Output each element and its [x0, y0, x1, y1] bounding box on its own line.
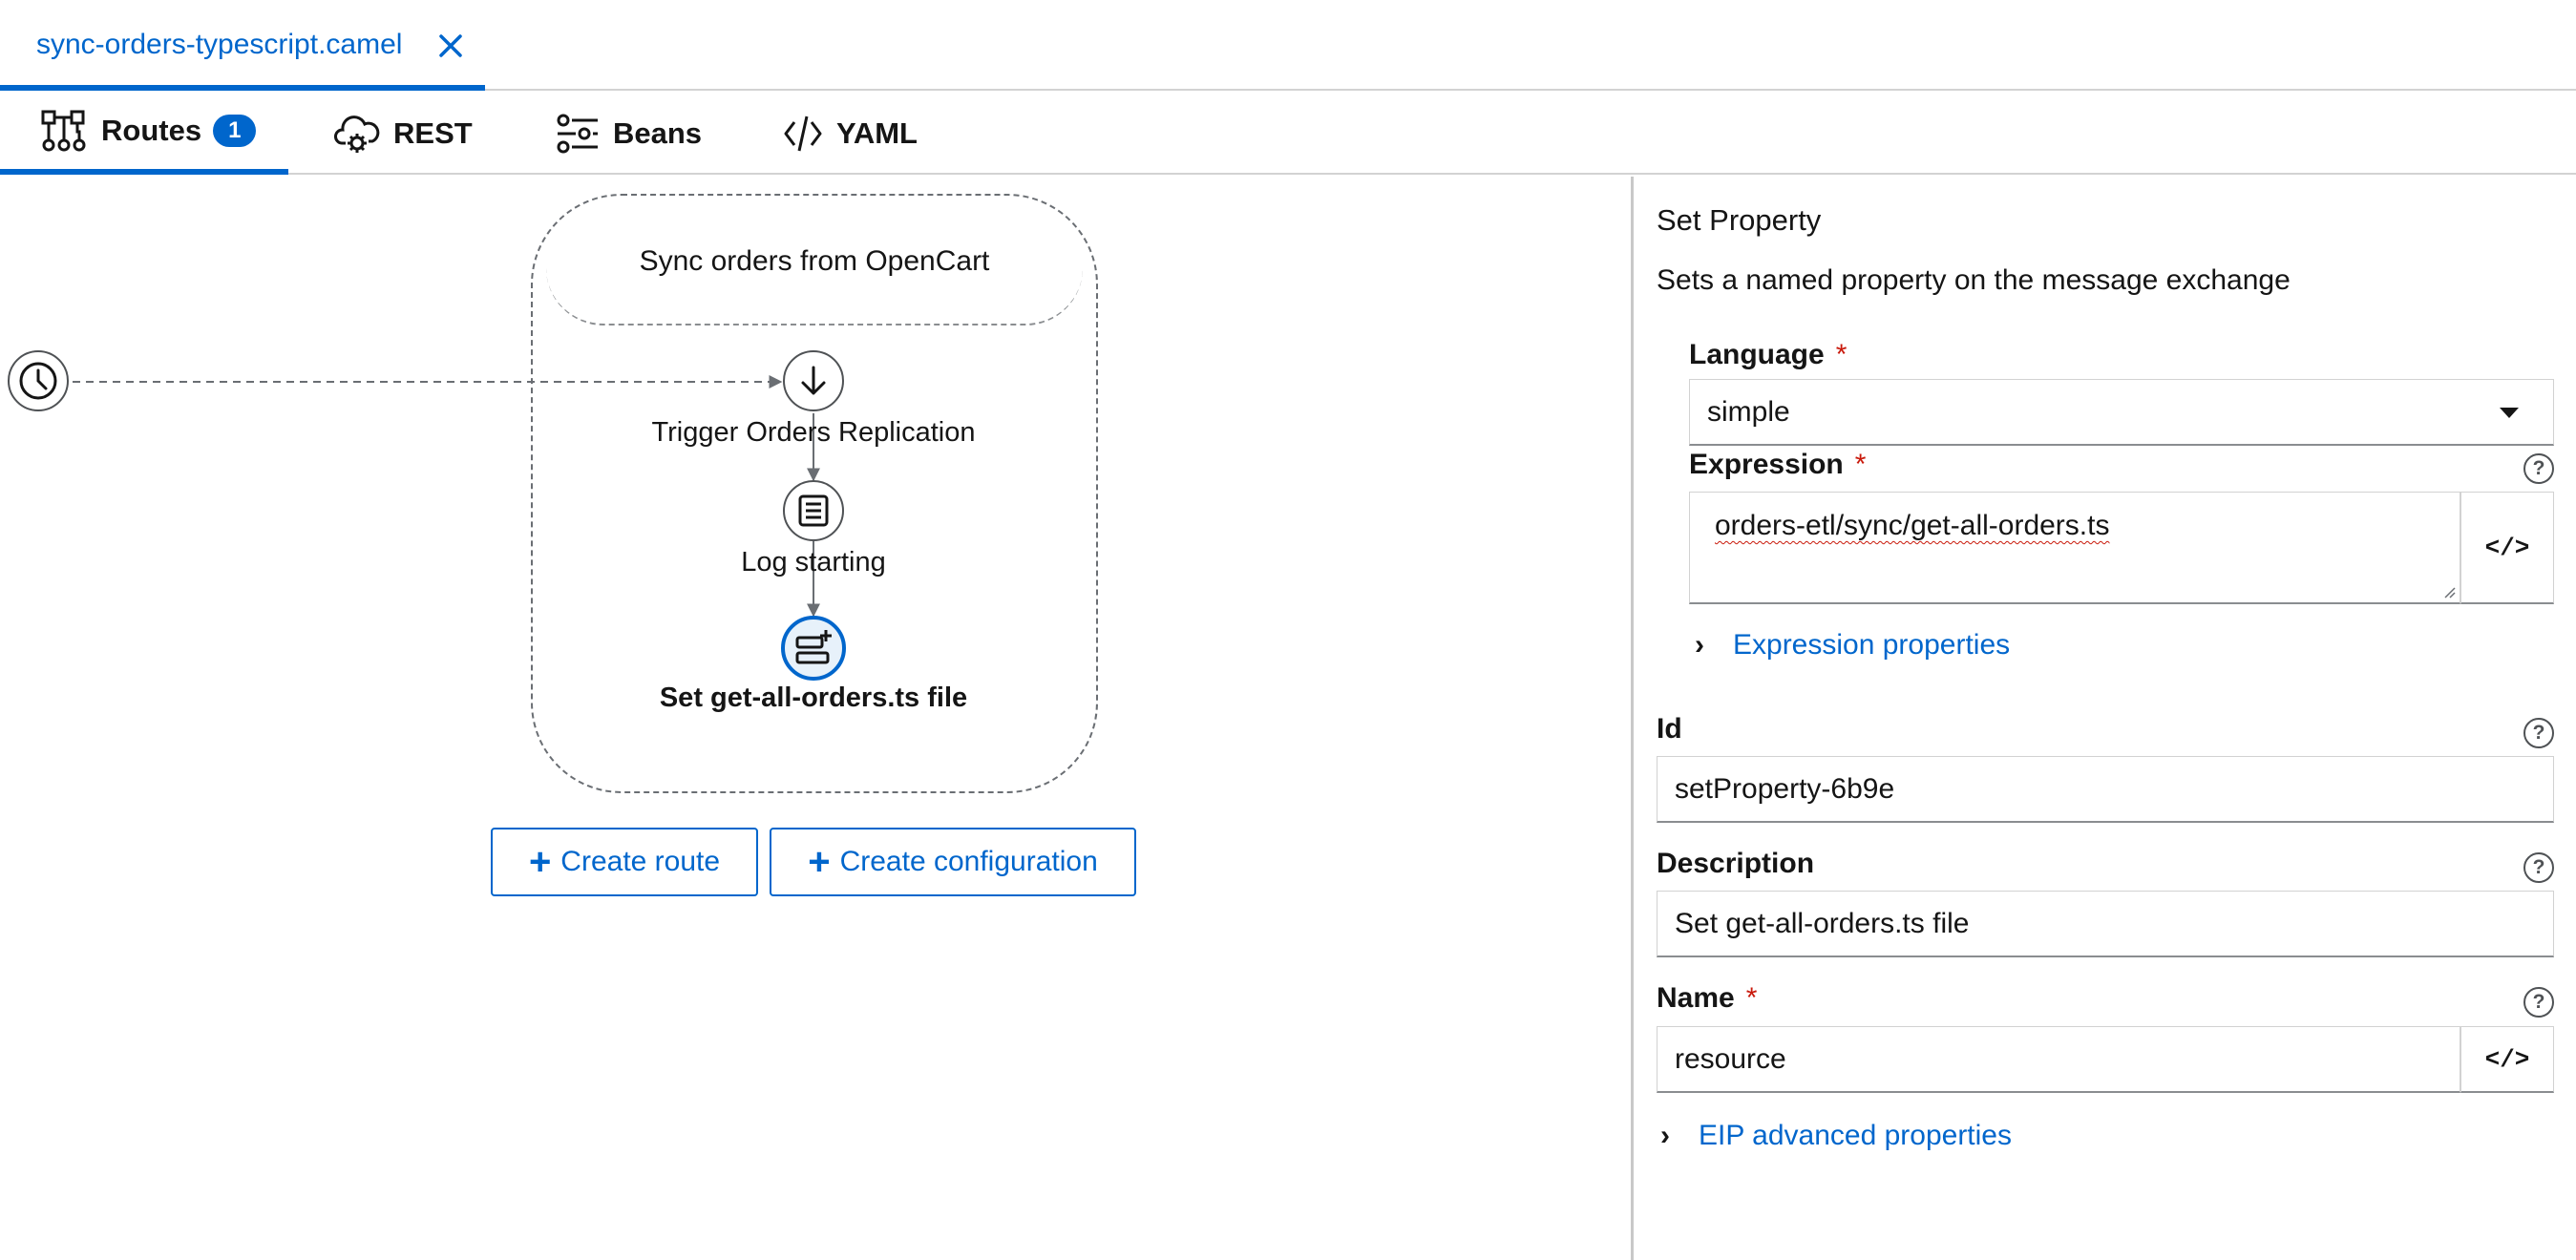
- required-marker: *: [1745, 982, 1758, 1014]
- tab-rest-label: REST: [393, 116, 473, 150]
- required-marker: *: [1835, 339, 1848, 370]
- id-value: setProperty-6b9e: [1675, 772, 1895, 805]
- create-route-button[interactable]: + Create route: [491, 828, 758, 896]
- name-code-button[interactable]: </>: [2460, 1026, 2554, 1093]
- view-tabs: Routes 1 REST Beans YAML: [0, 92, 2576, 175]
- chevron-right-icon: ›: [1695, 629, 1704, 661]
- code-icon: [784, 116, 822, 151]
- routes-icon: [41, 110, 86, 151]
- language-label: Language *: [1689, 339, 1848, 370]
- set-property-node[interactable]: [781, 616, 846, 681]
- log-node-label: Log starting: [741, 547, 886, 578]
- expression-properties-label: Expression properties: [1733, 629, 2011, 661]
- expression-value: orders-etl/sync/get-all-orders.ts: [1715, 510, 2110, 541]
- tab-routes-label: Routes: [101, 113, 202, 147]
- eip-advanced-toggle[interactable]: › EIP advanced properties: [1660, 1120, 2012, 1152]
- required-marker: *: [1854, 449, 1867, 480]
- tab-yaml-label: YAML: [836, 116, 918, 150]
- cloud-gear-icon: [334, 115, 380, 153]
- name-value: resource: [1675, 1042, 1786, 1075]
- create-configuration-label: Create configuration: [839, 846, 1098, 877]
- log-node[interactable]: [783, 480, 844, 541]
- file-tab-bar: sync-orders-typescript.camel: [0, 0, 2576, 91]
- description-label: Description: [1657, 848, 1815, 879]
- resize-handle-icon: [2444, 587, 2456, 598]
- set-property-icon: [795, 630, 832, 664]
- trigger-node-label: Trigger Orders Replication: [651, 417, 976, 448]
- tab-rest[interactable]: REST: [334, 92, 473, 175]
- plus-icon: +: [528, 841, 552, 883]
- file-tab[interactable]: sync-orders-typescript.camel: [0, 0, 485, 91]
- create-configuration-button[interactable]: + Create configuration: [770, 828, 1136, 896]
- id-label: Id: [1657, 713, 1682, 745]
- log-icon: [798, 494, 829, 527]
- set-property-node-label: Set get-all-orders.ts file: [659, 682, 968, 713]
- route-title[interactable]: Sync orders from OpenCart: [531, 245, 1098, 278]
- name-help-icon[interactable]: ?: [2523, 987, 2554, 1018]
- expression-label: Expression *: [1689, 449, 1867, 480]
- arrow-down-icon: [801, 366, 826, 395]
- properties-panel: Set Property Sets a named property on th…: [1634, 177, 2576, 1260]
- routes-count-badge: 1: [213, 114, 257, 147]
- description-input[interactable]: Set get-all-orders.ts file: [1657, 891, 2554, 957]
- clock-icon: [19, 362, 57, 400]
- chevron-right-icon: ›: [1660, 1120, 1670, 1151]
- tab-beans[interactable]: Beans: [556, 92, 702, 175]
- name-input[interactable]: resource: [1657, 1026, 2460, 1093]
- expression-properties-toggle[interactable]: › Expression properties: [1695, 629, 2010, 662]
- tab-routes[interactable]: Routes 1: [0, 92, 288, 175]
- language-value: simple: [1707, 395, 1790, 428]
- plus-icon: +: [808, 841, 831, 883]
- caret-down-icon: [2500, 408, 2519, 418]
- description-help-icon[interactable]: ?: [2523, 852, 2554, 883]
- expression-textarea[interactable]: orders-etl/sync/get-all-orders.ts: [1689, 492, 2460, 604]
- expression-code-button[interactable]: </>: [2460, 492, 2554, 604]
- id-help-icon[interactable]: ?: [2523, 718, 2554, 748]
- create-route-label: Create route: [560, 846, 721, 877]
- id-input[interactable]: setProperty-6b9e: [1657, 756, 2554, 823]
- timer-node[interactable]: [8, 350, 69, 411]
- panel-description: Sets a named property on the message exc…: [1657, 264, 2291, 296]
- trigger-node[interactable]: [783, 350, 844, 411]
- close-icon[interactable]: [432, 27, 470, 65]
- tab-yaml[interactable]: YAML: [783, 92, 918, 175]
- file-tab-name[interactable]: sync-orders-typescript.camel: [36, 29, 402, 61]
- expression-help-icon[interactable]: ?: [2523, 453, 2554, 484]
- description-value: Set get-all-orders.ts file: [1675, 907, 1970, 939]
- name-label: Name *: [1657, 982, 1758, 1014]
- language-select[interactable]: simple: [1689, 379, 2554, 446]
- tab-beans-label: Beans: [613, 116, 703, 150]
- panel-title: Set Property: [1657, 203, 1822, 237]
- sliders-icon: [557, 114, 598, 153]
- route-canvas[interactable]: Sync orders from OpenCart Trigger Orders…: [0, 177, 1631, 1260]
- eip-advanced-label: EIP advanced properties: [1699, 1120, 2012, 1151]
